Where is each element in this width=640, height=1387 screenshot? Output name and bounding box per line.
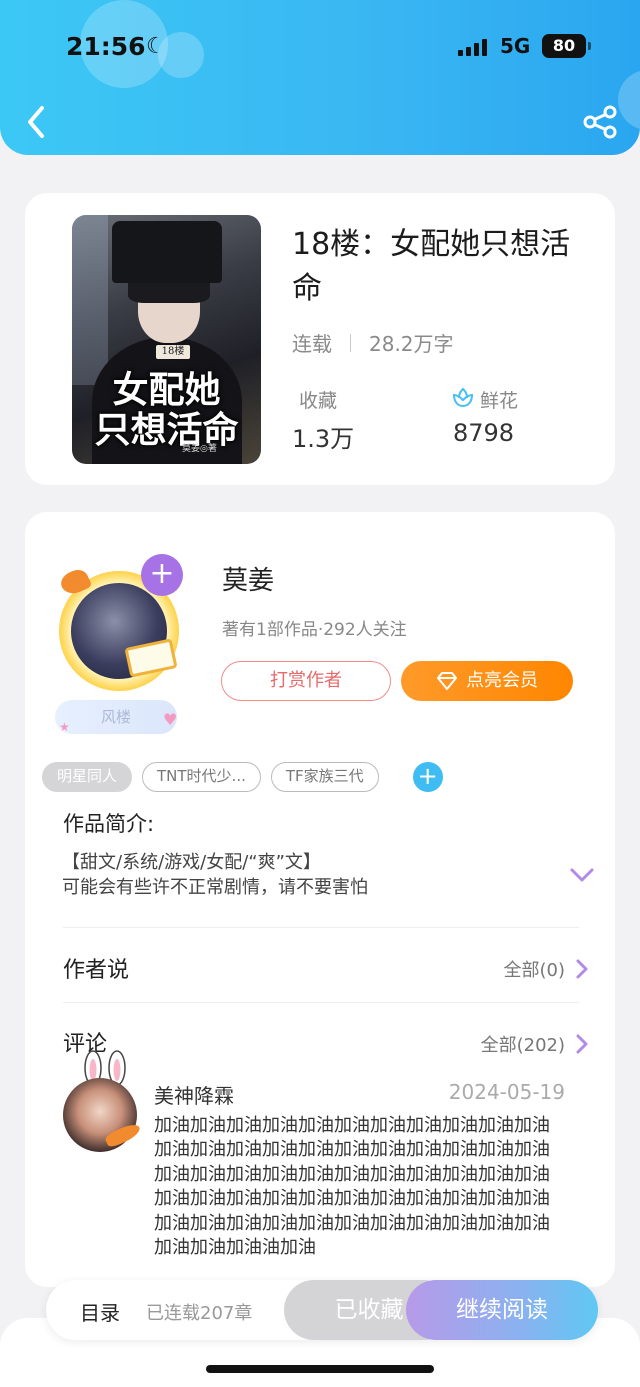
diamond-icon: [437, 672, 457, 690]
commenter-name[interactable]: 美神降霖: [154, 1080, 234, 1109]
favorites-label: 收藏: [299, 390, 338, 412]
flower-icon: [452, 387, 474, 408]
favorites-value: 1.3万: [292, 425, 355, 453]
book-status: 连载: [292, 332, 332, 356]
vip-button[interactable]: 点亮会员: [401, 661, 573, 701]
share-icon[interactable]: [580, 104, 620, 140]
author-says-heading: 作者说: [63, 958, 130, 983]
comments-all-link[interactable]: 全部(202): [481, 1031, 589, 1057]
book-title: 18楼：女配她只想活命: [292, 227, 571, 306]
tag-item[interactable]: TF家族三代: [270, 762, 379, 792]
battery-icon: 80: [542, 34, 586, 58]
intro-heading: 作品简介:: [63, 812, 155, 836]
divider: [63, 927, 579, 928]
chevron-down-icon[interactable]: [569, 866, 595, 884]
author-says-all-link[interactable]: 全部(0): [504, 956, 590, 982]
flowers-value: 8798: [453, 419, 515, 447]
status-time: 21:56: [66, 32, 146, 61]
chapter-count: 已连载207章: [146, 1303, 253, 1324]
toc-button[interactable]: 目录: [80, 1297, 120, 1326]
cover-badge: 18楼: [156, 345, 190, 359]
meta-divider: [350, 333, 351, 352]
intro-line: 【甜文/系统/游戏/女配/“爽”文】: [62, 852, 321, 873]
intro-line: 可能会有些许不正常剧情，请不要害怕: [62, 877, 368, 898]
status-bar: 21:56 ☾ 5G 80: [0, 30, 640, 66]
chevron-right-icon: [576, 1034, 588, 1054]
signal-icon: [458, 38, 487, 56]
cover-title-line2: 只想活命: [94, 409, 239, 451]
heart-icon: ♥: [163, 710, 178, 729]
header-bar: 21:56 ☾ 5G 80: [0, 0, 640, 155]
bottom-action-bar: 目录 已连载207章 已收藏 继续阅读: [46, 1280, 598, 1340]
tag-item[interactable]: TNT时代少...: [142, 762, 261, 792]
divider: [63, 1002, 579, 1003]
add-tag-button[interactable]: +: [412, 762, 443, 792]
book-info-card: 18楼 女配她 只想活命 莫姜◎著 18楼：女配她只想活命 连载 28.2万字 …: [25, 193, 615, 485]
author-name[interactable]: 莫姜: [222, 560, 274, 597]
chevron-right-icon: [576, 959, 588, 979]
book-cover[interactable]: 18楼 女配她 只想活命 莫姜◎著: [72, 215, 261, 464]
tag-item[interactable]: 明星同人: [42, 762, 133, 792]
author-stats: 著有1部作品·292人关注: [222, 620, 407, 640]
cover-author: 莫姜◎著: [182, 444, 217, 454]
follow-author-button[interactable]: +: [141, 554, 183, 596]
flowers-label: 鲜花: [480, 390, 519, 412]
comment-date: 2024-05-19: [448, 1080, 565, 1104]
back-icon[interactable]: [22, 102, 52, 142]
tag-list: 明星同人 TNT时代少... TF家族三代 +: [42, 762, 443, 792]
intro-text: 【甜文/系统/游戏/女配/“爽”文】 可能会有些许不正常剧情，请不要害怕: [62, 850, 542, 900]
tip-author-button[interactable]: 打赏作者: [221, 661, 391, 701]
fan-level-badge: 风楼: [55, 700, 177, 734]
moon-icon: ☾: [146, 34, 166, 59]
battery-cap: [588, 42, 591, 50]
continue-reading-button[interactable]: 继续阅读: [406, 1280, 598, 1340]
cover-hat: [112, 221, 222, 283]
comments-all-label: 全部(202): [480, 1035, 565, 1056]
network-type: 5G: [500, 34, 531, 58]
decor-bubble: [618, 70, 640, 130]
star-icon: ★: [59, 720, 70, 734]
book-meta: 连载 28.2万字: [292, 328, 454, 357]
book-word-count: 28.2万字: [369, 332, 454, 356]
cover-window: [72, 215, 108, 385]
author-says-all-label: 全部(0): [503, 960, 566, 981]
comment-text[interactable]: 加油加油加油加油加油加油加油加油加油加油加油加油加油加油加油加油加油加油加油加油…: [154, 1114, 554, 1260]
book-detail-card: + 风楼 ♥ ★ 莫姜 著有1部作品·292人关注 打赏作者 点亮会员 明星同人…: [25, 512, 615, 1287]
vip-button-label: 点亮会员: [466, 670, 538, 691]
home-indicator: [206, 1365, 434, 1373]
